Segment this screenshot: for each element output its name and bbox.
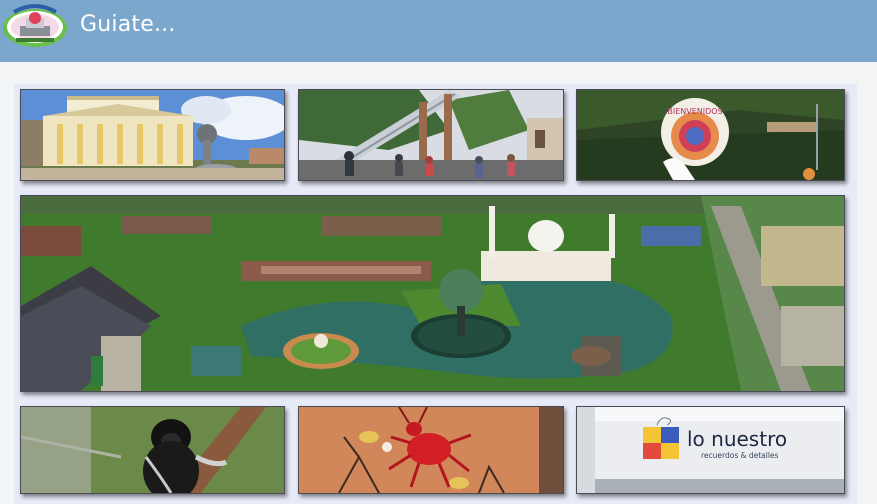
tile-slide[interactable] [298, 89, 564, 181]
app-title: Guiate... [80, 12, 176, 37]
tile-welcome[interactable]: BIENVENIDOS [576, 89, 845, 181]
store-name: lo nuestro [687, 427, 787, 451]
tile-monkey[interactable] [20, 406, 285, 494]
tile-store[interactable]: lo nuestro recuerdos & detalles [576, 406, 845, 494]
tile-insect[interactable] [298, 406, 564, 494]
tile-palace[interactable] [20, 89, 285, 181]
welcome-sign-text: BIENVENIDOS [667, 107, 722, 116]
app-bar: Guiate... [0, 0, 877, 62]
store-tagline: recuerdos & detalles [701, 451, 779, 460]
tile-miniature-park[interactable] [20, 195, 845, 392]
park-logo-icon[interactable] [2, 2, 68, 48]
